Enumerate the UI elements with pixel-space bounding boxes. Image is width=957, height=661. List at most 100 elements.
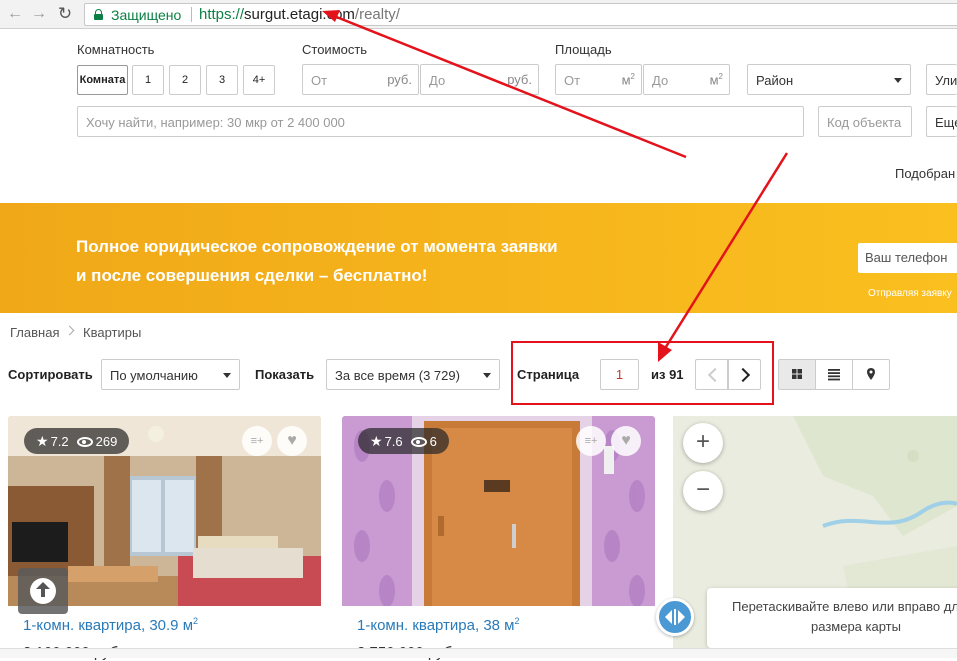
map-resize-handle[interactable] [656, 598, 694, 636]
rooms-label: Комнатность [77, 42, 155, 57]
object-code-placeholder: Код объекта [827, 115, 902, 130]
room-option-2[interactable]: 2 [169, 65, 201, 95]
omnibox-divider [191, 7, 192, 22]
listing-card[interactable]: ★7.66 ≡+ ♥ 1-комн. квартира, 38 м2 2 750… [342, 416, 656, 661]
heart-icon: ♥ [621, 432, 631, 449]
area-unit-sup: 2 [718, 72, 723, 81]
chevron-down-icon [223, 373, 231, 378]
back-arrow-icon[interactable]: ← [6, 5, 24, 23]
favorite-button[interactable]: ♥ [611, 426, 641, 456]
selected-count-text: Подобран [895, 166, 956, 181]
area-unit-text: м [621, 72, 631, 88]
add-to-list-icon: ≡+ [250, 435, 264, 447]
area-to-placeholder: До [652, 73, 669, 88]
period-select[interactable]: За все время (3 729) [326, 359, 500, 390]
eye-icon [410, 437, 427, 447]
listing-title-sup: 2 [514, 616, 520, 626]
breadcrumb-current: Квартиры [83, 325, 142, 340]
banner-line-1: Полное юридическое сопровождение от моме… [76, 237, 558, 256]
secure-label: Защищено [111, 7, 182, 23]
zoom-out-button[interactable]: − [683, 471, 723, 511]
price-to-placeholder: До [429, 73, 446, 88]
reload-icon[interactable]: ↻ [56, 5, 74, 23]
grid-view-button[interactable] [778, 359, 816, 390]
room-option-4plus[interactable]: 4+ [243, 65, 275, 95]
area-from-input[interactable]: От м2 [555, 64, 642, 95]
bottom-divider [0, 648, 957, 658]
price-from-input[interactable]: От руб. [302, 64, 419, 95]
tooltip-line-1: Перетаскивайте влево или вправо дл [732, 599, 957, 614]
room-option-room[interactable]: Комната [77, 65, 128, 95]
listing-title[interactable]: 1-комн. квартира, 38 м2 [357, 616, 520, 634]
banner-text: Полное юридическое сопровождение от моме… [76, 232, 636, 290]
street-value: Ули [935, 73, 957, 88]
area-from-unit: м2 [622, 72, 635, 87]
area-from-placeholder: От [564, 73, 581, 88]
add-to-list-button[interactable]: ≡+ [576, 426, 606, 456]
rating-value: 7.2 [50, 434, 69, 449]
area-unit-text: м [709, 72, 719, 88]
scroll-to-top-button[interactable] [18, 568, 68, 614]
forward-arrow-icon[interactable]: → [30, 5, 48, 23]
search-placeholder: Хочу найти, например: 30 мкр от 2 400 00… [86, 115, 345, 130]
pagination-highlight-annotation [511, 341, 774, 405]
listing-card[interactable]: ★7.2 269 ≡+ ♥ 1-комн. квартира, 30.9 м2 2… [8, 416, 322, 661]
tooltip-line-2: размера карты [811, 619, 901, 634]
list-view-button[interactable] [815, 359, 853, 390]
map-resize-tooltip: Перетаскивайте влево или вправо дл разме… [707, 588, 957, 648]
browser-toolbar: ← → ↻ Защищено https://surgut.etagi.com/… [0, 0, 957, 29]
district-value: Район [756, 73, 794, 88]
favorite-button[interactable]: ♥ [277, 426, 307, 456]
listing-photo[interactable]: ★ 7.6 6 ≡+ ♥ [342, 416, 655, 606]
zoom-in-button[interactable]: + [683, 423, 723, 463]
more-filters-select[interactable]: Еще [926, 106, 957, 137]
listing-title[interactable]: 1-комн. квартира, 30.9 м2 [23, 616, 198, 634]
arrow-up-icon [30, 578, 56, 604]
star-icon: ★ [370, 433, 383, 449]
listing-title-sup: 2 [193, 616, 199, 626]
eye-icon [76, 437, 93, 447]
sort-label: Сортировать [8, 367, 93, 382]
street-select[interactable]: Ули [926, 64, 957, 95]
heart-icon: ♥ [287, 432, 297, 449]
area-to-unit: м2 [710, 72, 723, 87]
price-from-unit: руб. [387, 72, 412, 87]
address-bar[interactable]: Защищено https://surgut.etagi.com/realty… [84, 3, 957, 26]
district-select[interactable]: Район [747, 64, 911, 95]
room-option-3[interactable]: 3 [206, 65, 238, 95]
add-to-list-icon: ≡+ [584, 435, 598, 447]
phone-placeholder: Ваш телефон [865, 250, 948, 265]
map-pin-icon [867, 368, 875, 380]
grid-icon [792, 369, 802, 379]
price-label: Стоимость [302, 42, 368, 57]
phone-input[interactable]: Ваш телефон [858, 243, 957, 273]
url-host: surgut.etagi.com [244, 6, 355, 23]
search-input[interactable]: Хочу найти, например: 30 мкр от 2 400 00… [77, 106, 804, 137]
url-text[interactable]: https://surgut.etagi.com/realty/ [199, 6, 400, 23]
url-scheme: https:// [199, 6, 245, 23]
object-code-input[interactable]: Код объекта [818, 106, 912, 137]
area-to-input[interactable]: До м2 [643, 64, 730, 95]
rating-views-pill: ★ 7.6 6 [358, 428, 449, 454]
chevron-right-icon [64, 325, 75, 336]
room-option-1[interactable]: 1 [132, 65, 164, 95]
lock-icon [94, 9, 103, 20]
period-value: За все время (3 729) [335, 368, 460, 383]
price-to-input[interactable]: До руб. [420, 64, 539, 95]
chevron-down-icon [894, 78, 902, 83]
price-to-unit: руб. [507, 72, 532, 87]
url-path: /realty/ [354, 6, 400, 23]
map-view-button[interactable] [852, 359, 890, 390]
sending-note: Отправляя заявку [868, 288, 952, 299]
price-from-placeholder: От [311, 73, 328, 88]
breadcrumb-home[interactable]: Главная [10, 325, 59, 340]
more-value: Еще [935, 115, 957, 130]
sort-value: По умолчанию [110, 368, 198, 383]
listing-title-text: 1-комн. квартира, 30.9 м [23, 617, 194, 634]
promo-banner: Полное юридическое сопровождение от моме… [0, 203, 957, 313]
double-arrow-icon [665, 609, 685, 625]
sort-select[interactable]: По умолчанию [101, 359, 240, 390]
rating-views-pill: ★ 7.2 269 [24, 428, 130, 454]
add-to-list-button[interactable]: ≡+ [242, 426, 272, 456]
star-icon: ★ [36, 433, 49, 449]
